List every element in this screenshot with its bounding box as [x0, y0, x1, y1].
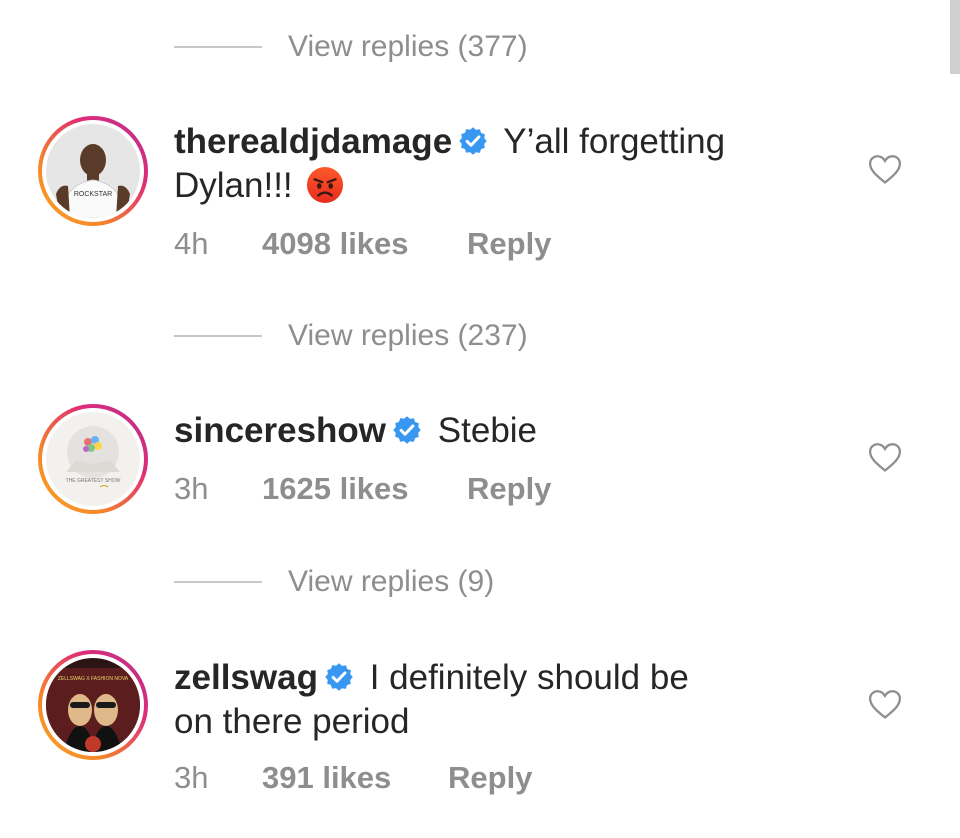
comment-line-2: on there period: [174, 702, 410, 741]
replies-divider-line: [174, 581, 262, 583]
avatar-image: THE GREATEST SHOW: [46, 412, 140, 506]
svg-text:ROCKSTAR: ROCKSTAR: [74, 191, 112, 198]
verified-badge-icon: [393, 416, 421, 444]
view-replies-label: View replies (237): [288, 319, 528, 352]
comment-text: sincereshow Stebie: [174, 409, 814, 453]
likes-count[interactable]: 1625 likes: [262, 471, 467, 507]
comment-line-1: Y’all forgetting: [503, 122, 726, 161]
comment-line-1: Stebie: [437, 411, 538, 450]
avatar[interactable]: THE GREATEST SHOW: [38, 404, 148, 514]
avatar[interactable]: ZELLSWAG X FASHION NOVA: [38, 650, 148, 760]
comment-text: zellswag I definitely should be on there…: [174, 656, 814, 744]
avatar-image: ZELLSWAG X FASHION NOVA: [46, 658, 140, 752]
comment-text: therealdjdamage Y’all forgetting Dylan!!…: [174, 120, 814, 208]
reply-button[interactable]: Reply: [467, 471, 551, 507]
view-replies-button[interactable]: View replies (9): [174, 562, 494, 602]
svg-text:THE GREATEST SHOW: THE GREATEST SHOW: [66, 478, 121, 484]
username[interactable]: therealdjdamage: [174, 122, 452, 161]
heart-icon[interactable]: [868, 441, 902, 473]
comment-meta: 3h 1625 likes Reply: [174, 471, 551, 507]
angry-face-icon: [307, 166, 344, 204]
heart-icon[interactable]: [868, 153, 902, 185]
timestamp: 3h: [174, 760, 209, 795]
reply-button[interactable]: Reply: [467, 226, 551, 262]
avatar-image: ROCKSTAR: [46, 124, 140, 218]
replies-divider-line: [174, 46, 262, 48]
username[interactable]: zellswag: [174, 658, 318, 697]
likes-count[interactable]: 391 likes: [262, 760, 448, 796]
comment-meta: 3h 391 likes Reply: [174, 760, 532, 796]
view-replies-label: View replies (377): [288, 30, 528, 63]
scrollbar[interactable]: [950, 0, 960, 74]
comment-line-1: I definitely should be: [369, 658, 689, 697]
reply-button[interactable]: Reply: [448, 760, 532, 796]
avatar[interactable]: ROCKSTAR: [38, 116, 148, 226]
view-replies-label: View replies (9): [288, 565, 495, 598]
comment-line-2: Dylan!!!: [174, 166, 293, 205]
heart-icon[interactable]: [868, 688, 902, 720]
timestamp: 4h: [174, 226, 209, 261]
svg-text:ZELLSWAG X FASHION NOVA: ZELLSWAG X FASHION NOVA: [58, 676, 129, 682]
view-replies-button[interactable]: View replies (377): [174, 27, 528, 67]
likes-count[interactable]: 4098 likes: [262, 226, 467, 262]
timestamp: 3h: [174, 471, 209, 506]
view-replies-button[interactable]: View replies (237): [174, 316, 528, 356]
username[interactable]: sincereshow: [174, 411, 386, 450]
verified-badge-icon: [459, 127, 487, 155]
verified-badge-icon: [325, 663, 353, 691]
replies-divider-line: [174, 335, 262, 337]
comment-meta: 4h 4098 likes Reply: [174, 226, 551, 262]
